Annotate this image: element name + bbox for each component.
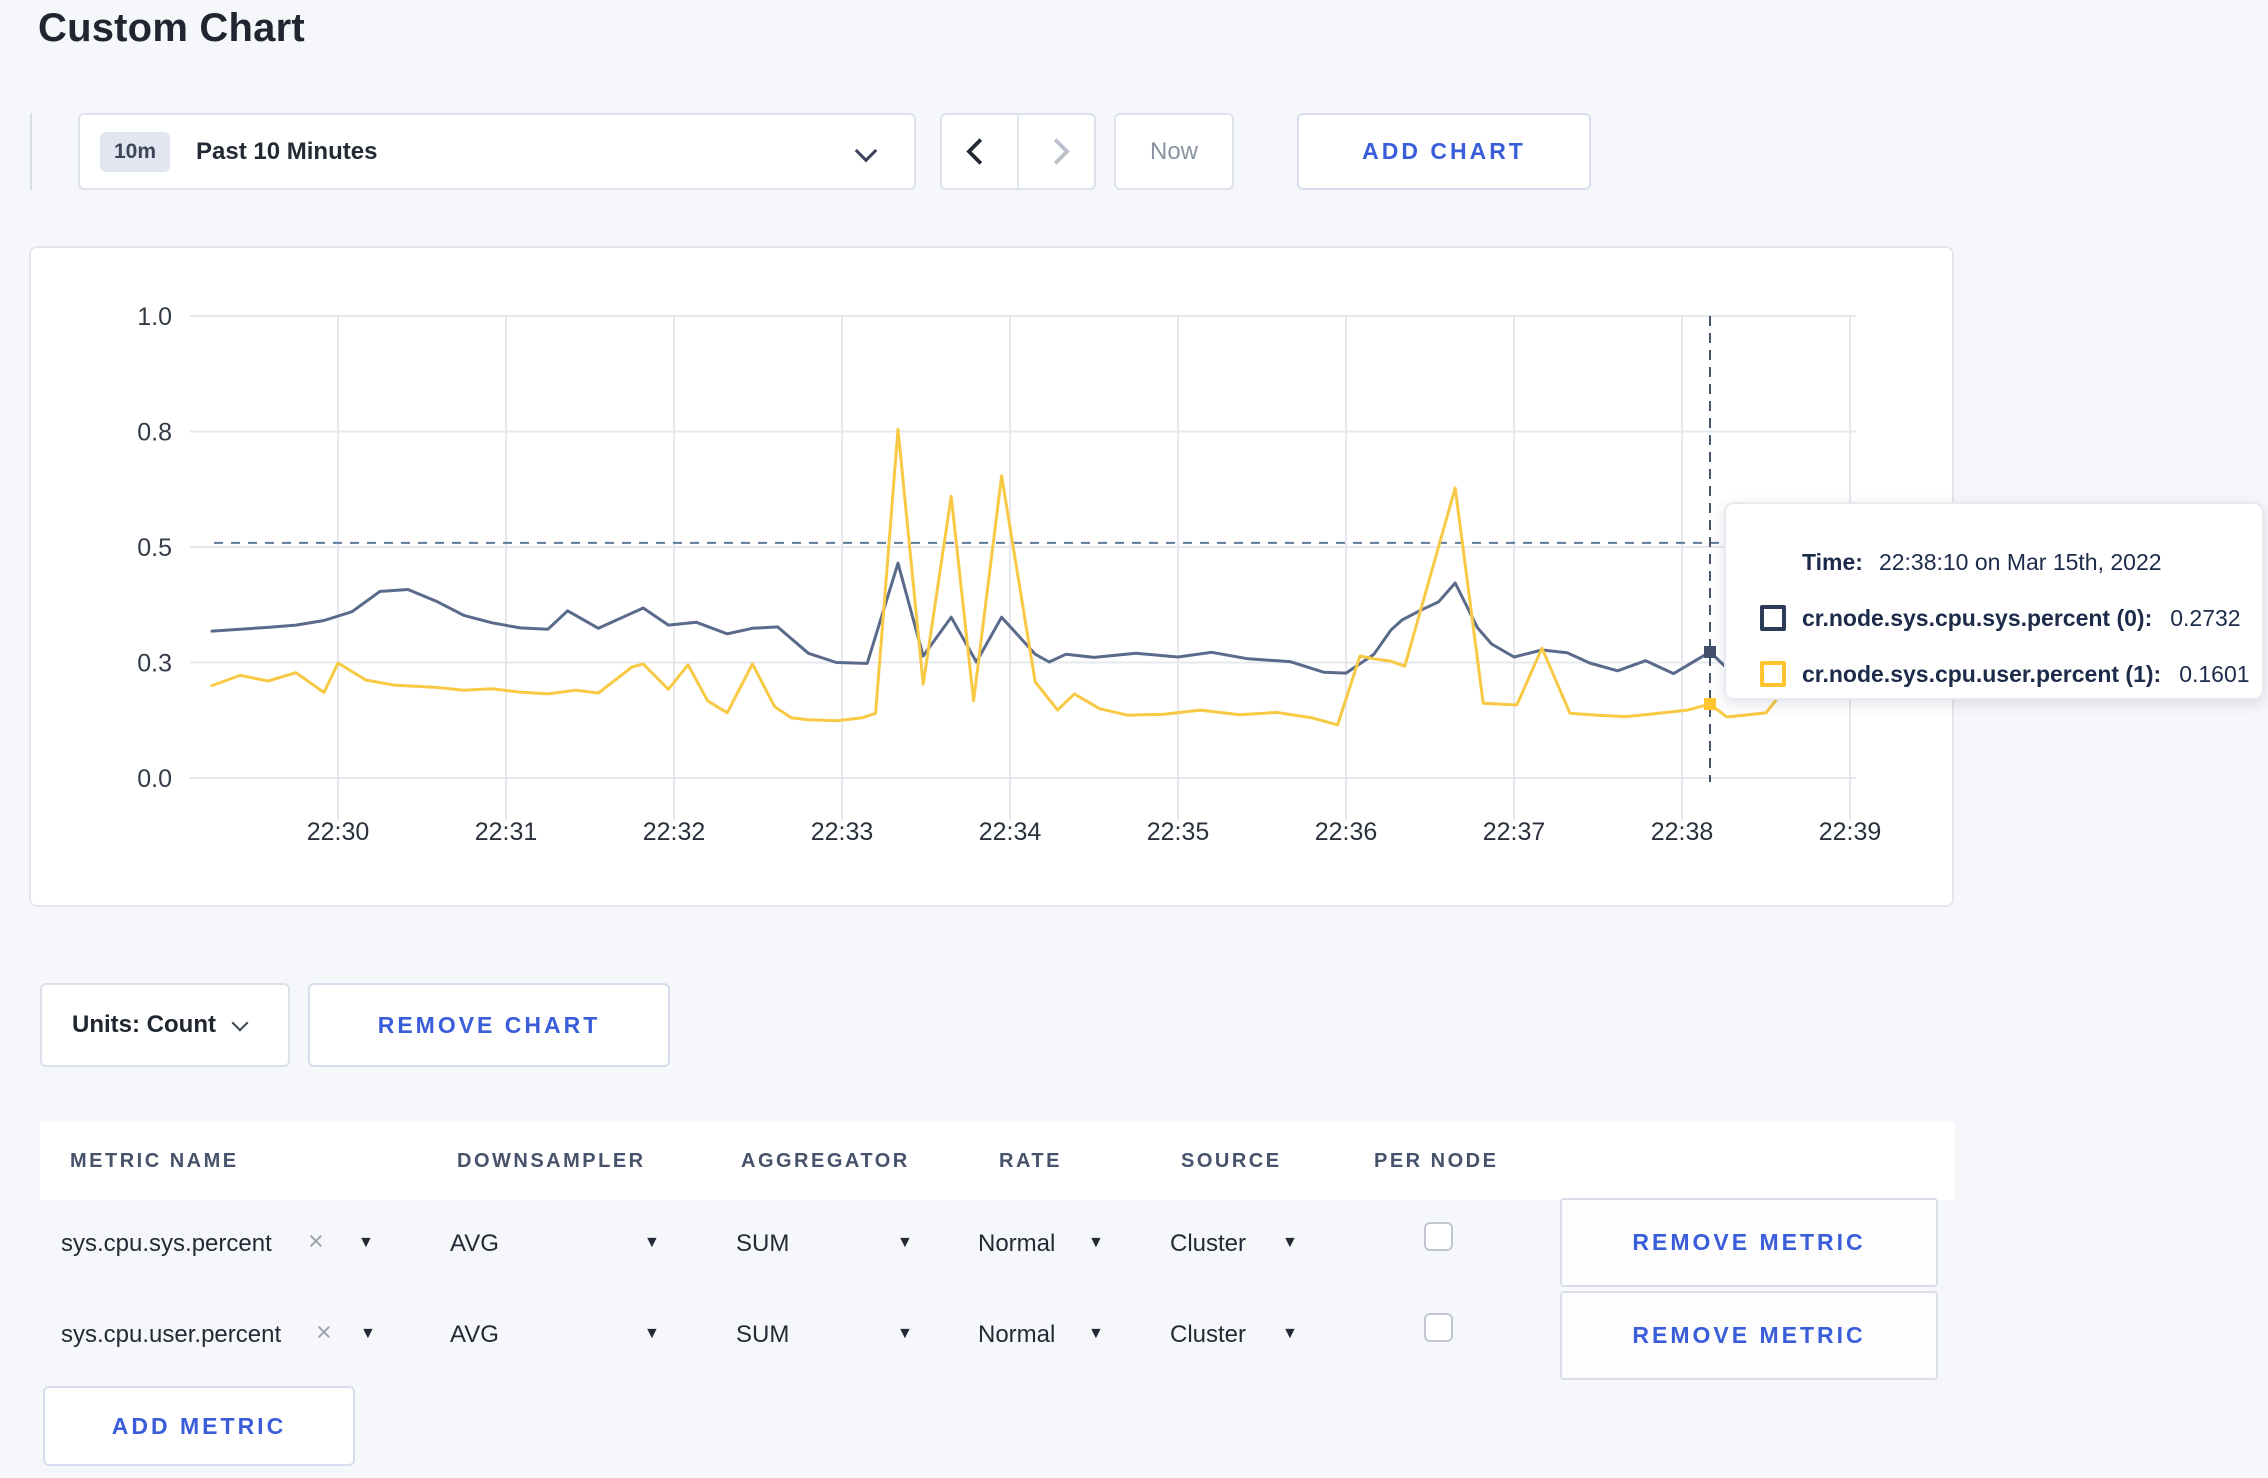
downsampler-select[interactable]: AVG <box>450 1230 499 1258</box>
rate-select[interactable]: Normal <box>978 1230 1055 1258</box>
downsampler-select[interactable]: AVG <box>450 1321 499 1349</box>
now-button[interactable]: Now <box>1114 113 1234 190</box>
add-chart-button[interactable]: ADD CHART <box>1297 113 1591 190</box>
col-header-metric-name: METRIC NAME <box>70 1149 239 1172</box>
tooltip-time-label: Time: <box>1802 548 1863 575</box>
source-select[interactable]: Cluster <box>1170 1321 1246 1349</box>
tooltip-series-label: cr.node.sys.cpu.sys.percent (0): <box>1802 604 2153 631</box>
caret-down-icon[interactable]: ▼ <box>897 1325 913 1343</box>
remove-chart-button[interactable]: REMOVE CHART <box>308 983 670 1067</box>
caret-down-icon[interactable]: ▼ <box>358 1234 374 1252</box>
tooltip-series-row: cr.node.sys.cpu.sys.percent (0): 0.2732 <box>1726 590 2262 646</box>
caret-down-icon[interactable]: ▼ <box>1282 1325 1298 1343</box>
source-select[interactable]: Cluster <box>1170 1230 1246 1258</box>
series-swatch-icon <box>1760 605 1786 631</box>
next-range-button[interactable] <box>1019 115 1094 188</box>
col-header-rate: RATE <box>999 1149 1062 1172</box>
caret-down-icon[interactable]: ▼ <box>1282 1234 1298 1252</box>
chevron-down-icon <box>854 139 878 163</box>
metric-name-value[interactable]: sys.cpu.sys.percent <box>61 1230 272 1258</box>
units-label: Units: Count <box>72 1011 216 1038</box>
custom-chart-page: Custom Chart 10m Past 10 Minutes Now ADD… <box>0 0 2268 1478</box>
tooltip-series-value: 0.1601 <box>2179 660 2250 687</box>
toolbar-divider <box>30 113 32 190</box>
col-header-source: SOURCE <box>1181 1149 1282 1172</box>
time-range-badge: 10m <box>100 131 171 172</box>
remove-metric-button[interactable]: REMOVE METRIC <box>1560 1291 1938 1380</box>
caret-down-icon[interactable]: ▼ <box>644 1325 660 1343</box>
chevron-down-icon <box>231 1014 249 1032</box>
caret-down-icon[interactable]: ▼ <box>644 1234 660 1252</box>
metrics-table-header: METRIC NAME DOWNSAMPLER AGGREGATOR RATE … <box>40 1122 1955 1200</box>
tooltip-time-value: 22:38:10 on Mar 15th, 2022 <box>1878 548 2162 575</box>
chevron-left-icon <box>966 138 993 165</box>
time-range-select[interactable]: 10m Past 10 Minutes <box>78 113 916 190</box>
chart-card[interactable] <box>29 246 1954 907</box>
caret-down-icon[interactable]: ▼ <box>897 1234 913 1252</box>
page-title: Custom Chart <box>38 6 305 50</box>
remove-metric-x-icon[interactable]: × <box>308 1226 324 1257</box>
add-metric-button[interactable]: ADD METRIC <box>43 1386 355 1466</box>
col-header-per-node: PER NODE <box>1374 1149 1499 1172</box>
time-range-label: Past 10 Minutes <box>196 137 378 165</box>
tooltip-time-row: Time: 22:38:10 on Mar 15th, 2022 <box>1726 534 2262 590</box>
tooltip-series-row: cr.node.sys.cpu.user.percent (1): 0.1601 <box>1726 646 2262 702</box>
prev-range-button[interactable] <box>942 115 1019 188</box>
remove-metric-button[interactable]: REMOVE METRIC <box>1560 1198 1938 1287</box>
tooltip-series-value: 0.2732 <box>2170 604 2241 631</box>
per-node-checkbox[interactable] <box>1424 1313 1453 1342</box>
aggregator-select[interactable]: SUM <box>736 1321 789 1349</box>
series-swatch-icon <box>1760 661 1786 687</box>
aggregator-select[interactable]: SUM <box>736 1230 789 1258</box>
per-node-checkbox[interactable] <box>1424 1222 1453 1251</box>
col-header-aggregator: AGGREGATOR <box>741 1149 910 1172</box>
caret-down-icon[interactable]: ▼ <box>1088 1234 1104 1252</box>
chart-tooltip: Time: 22:38:10 on Mar 15th, 2022 cr.node… <box>1724 502 2264 700</box>
col-header-downsampler: DOWNSAMPLER <box>457 1149 646 1172</box>
chevron-right-icon <box>1043 138 1070 165</box>
caret-down-icon[interactable]: ▼ <box>1088 1325 1104 1343</box>
caret-down-icon[interactable]: ▼ <box>360 1325 376 1343</box>
time-nav-group <box>940 113 1096 190</box>
rate-select[interactable]: Normal <box>978 1321 1055 1349</box>
metric-name-value[interactable]: sys.cpu.user.percent <box>61 1321 281 1349</box>
remove-metric-x-icon[interactable]: × <box>316 1317 332 1348</box>
units-select[interactable]: Units: Count <box>40 983 290 1067</box>
tooltip-series-label: cr.node.sys.cpu.user.percent (1): <box>1802 660 2162 687</box>
